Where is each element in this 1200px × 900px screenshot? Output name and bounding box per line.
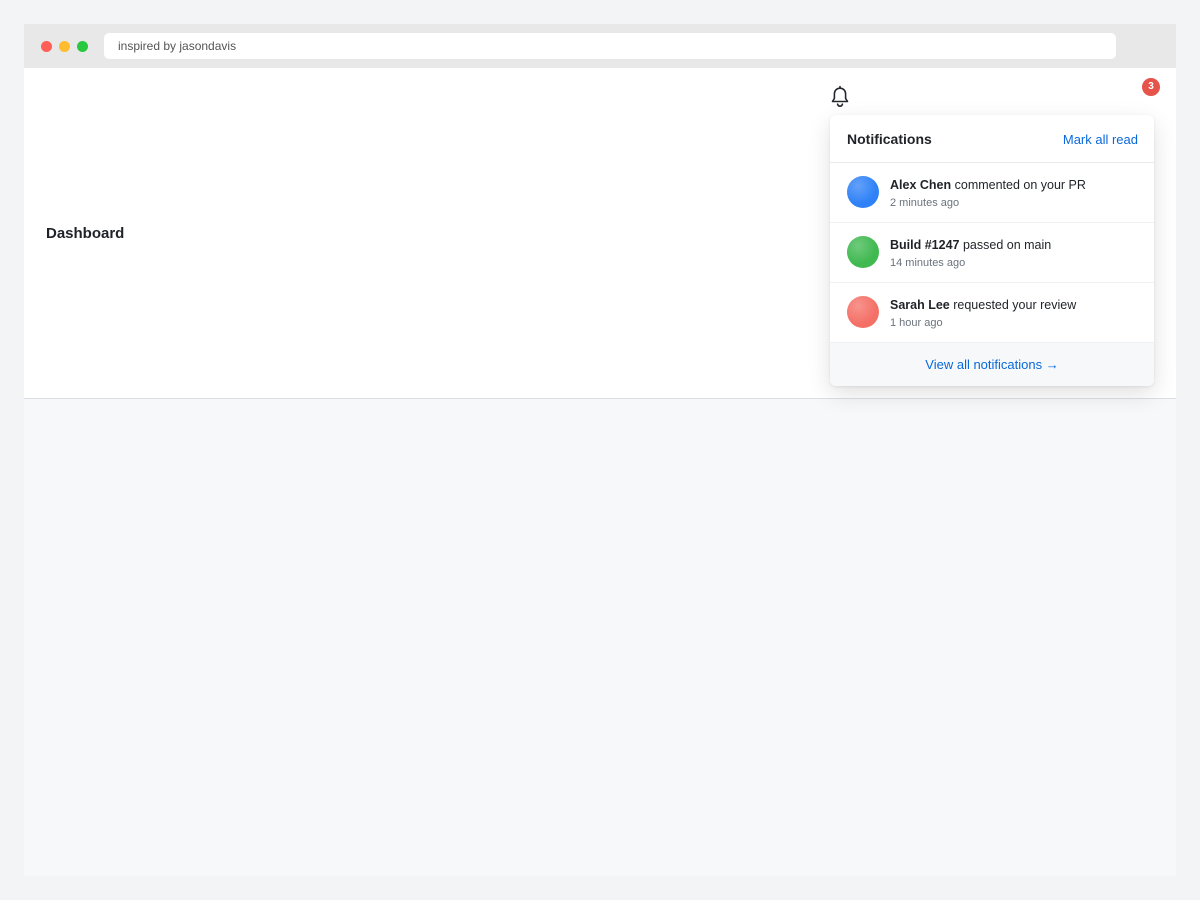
notification-actor: Sarah Lee	[890, 298, 950, 312]
notification-actor: Build #1247	[890, 238, 960, 252]
address-bar[interactable]: inspired by jasondavis	[104, 33, 1116, 59]
notification-time: 2 minutes ago	[890, 197, 960, 209]
minimize-window-button[interactable]	[59, 41, 70, 52]
view-all-notifications-link[interactable]: View all notifications →	[830, 343, 1154, 386]
notification-text: Build #1247 passed on main	[890, 238, 1051, 252]
close-window-button[interactable]	[41, 41, 52, 52]
browser-titlebar: inspired by jasondavis	[24, 24, 1176, 68]
notification-message: commented on your PR	[951, 178, 1086, 192]
notification-actor: Alex Chen	[890, 178, 952, 192]
avatar	[847, 176, 879, 208]
browser-window: inspired by jasondavis Dashboard 3 Notif…	[24, 24, 1176, 876]
dropdown-header: Notifications Mark all read	[830, 115, 1154, 163]
bell-icon[interactable]	[829, 85, 851, 109]
notification-text: Sarah Lee requested your review	[890, 298, 1076, 312]
avatar	[847, 236, 879, 268]
avatar	[847, 296, 879, 328]
mark-all-read-link[interactable]: Mark all read	[1063, 132, 1138, 147]
dropdown-title: Notifications	[847, 131, 932, 147]
notification-text: Alex Chen commented on your PR	[890, 178, 1086, 192]
notification-time: 1 hour ago	[890, 317, 943, 329]
page-content: Dashboard 3 Notifications Mark all read …	[24, 68, 1176, 876]
notification-count-badge: 3	[1141, 77, 1161, 97]
notification-item[interactable]: Alex Chen commented on your PR 2 minutes…	[830, 163, 1154, 223]
zoom-window-button[interactable]	[77, 41, 88, 52]
notification-message: requested your review	[949, 298, 1077, 312]
dashboard-header: Dashboard 3 Notifications Mark all read …	[24, 68, 1176, 399]
notification-message: passed on main	[959, 238, 1052, 252]
notification-item[interactable]: Sarah Lee requested your review 1 hour a…	[830, 283, 1154, 343]
page-title: Dashboard	[46, 225, 125, 242]
notifications-dropdown: Notifications Mark all read Alex Chen co…	[830, 115, 1154, 386]
notification-item[interactable]: Build #1247 passed on main 14 minutes ag…	[830, 223, 1154, 283]
notification-time: 14 minutes ago	[890, 257, 966, 269]
